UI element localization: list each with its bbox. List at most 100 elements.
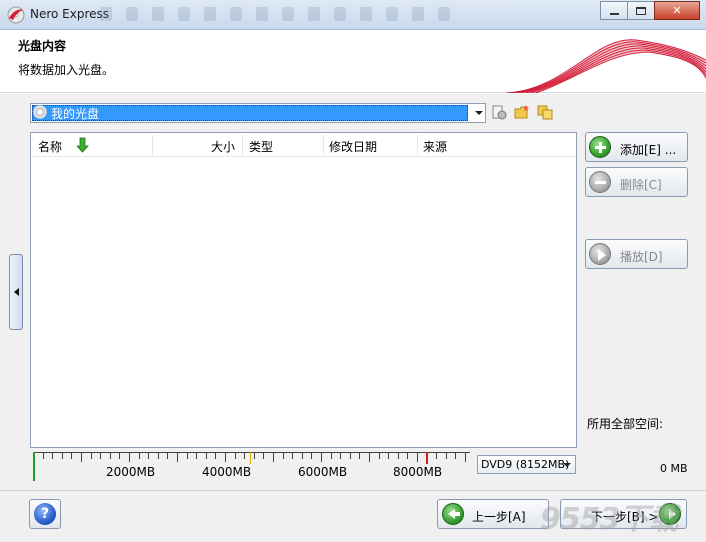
capacity-tick — [52, 453, 54, 459]
window-title: Nero Express — [30, 7, 110, 21]
capacity-tick — [119, 453, 121, 459]
disc-icon — [33, 105, 47, 119]
capacity-tick — [244, 453, 246, 459]
capacity-tick — [129, 453, 130, 462]
list-header: 名称 大小 类型 修改日期 来源 — [31, 133, 576, 157]
capacity-tick — [263, 453, 265, 459]
capacity-tick — [42, 453, 44, 459]
nero-app-icon — [7, 6, 25, 24]
file-list[interactable]: 名称 大小 类型 修改日期 来源 — [30, 132, 577, 448]
capacity-tick — [349, 453, 351, 459]
capacity-tick — [61, 453, 63, 459]
add-button[interactable]: 添加[E] ... — [585, 132, 688, 162]
capacity-tick — [388, 453, 390, 459]
column-source[interactable]: 来源 — [423, 138, 447, 155]
disc-type-select[interactable]: DVD9 (8152MB) — [477, 455, 576, 474]
capacity-tick — [81, 453, 82, 462]
column-modified-date[interactable]: 修改日期 — [329, 138, 377, 155]
capacity-tick — [90, 453, 92, 459]
capacity-tick — [465, 453, 466, 462]
minimize-icon — [609, 12, 619, 15]
play-icon — [589, 243, 611, 265]
capacity-tick — [301, 453, 303, 459]
capacity-tick — [378, 453, 380, 459]
column-separator — [152, 135, 153, 155]
disc-name-combobox[interactable]: 我的光盘 — [30, 103, 486, 123]
capacity-tick — [311, 453, 313, 459]
capacity-label-6000: 6000MB — [298, 465, 348, 479]
disc-type-value: DVD9 (8152MB) — [481, 458, 570, 471]
capacity-tick — [397, 453, 399, 459]
watermark: 9553下载 — [540, 502, 678, 537]
delete-button-label: 删除[C] — [620, 178, 662, 192]
capacity-bar: 2000MB 4000MB 6000MB 8000MB — [30, 452, 470, 482]
page-title: 光盘内容 — [18, 39, 67, 53]
capacity-tick — [407, 453, 409, 459]
capacity-tick — [167, 453, 169, 459]
delete-minus-icon — [589, 171, 611, 193]
capacity-tick — [330, 453, 332, 459]
capacity-tick — [138, 453, 140, 459]
help-button[interactable]: ? — [29, 499, 61, 529]
capacity-tick — [282, 453, 284, 459]
capacity-warning-marker — [250, 452, 251, 464]
column-separator — [417, 135, 418, 155]
capacity-tick — [234, 453, 236, 459]
sort-down-arrow-icon — [77, 137, 89, 153]
disc-properties-icon[interactable] — [491, 104, 507, 120]
capacity-tick — [215, 453, 217, 459]
close-icon: ✕ — [672, 4, 682, 17]
capacity-tick — [109, 453, 111, 459]
footer-divider — [0, 490, 706, 491]
minimize-button[interactable] — [600, 1, 628, 20]
capacity-limit-marker — [426, 452, 428, 464]
capacity-tick — [177, 453, 178, 462]
title-bar: Nero Express ✕ — [0, 0, 706, 30]
chevron-left-icon — [13, 288, 19, 296]
add-plus-icon — [589, 136, 611, 158]
capacity-tick — [340, 453, 342, 459]
capacity-used-marker — [33, 452, 35, 481]
page-header: 光盘内容 将数据加入光盘。 — [0, 30, 706, 93]
collapse-sidebar-button[interactable] — [9, 254, 23, 330]
capacity-tick — [292, 453, 294, 459]
column-name[interactable]: 名称 — [38, 138, 62, 155]
capacity-tick — [148, 453, 150, 459]
back-button[interactable]: 上一步[A] — [437, 499, 549, 529]
capacity-tick — [321, 453, 322, 462]
column-separator — [242, 135, 243, 155]
capacity-tick — [186, 453, 188, 459]
page-subtitle: 将数据加入光盘。 — [18, 63, 115, 77]
background-toolbar — [100, 7, 450, 21]
capacity-label-2000: 2000MB — [106, 465, 156, 479]
total-space-value: 0 MB — [660, 462, 688, 475]
close-button[interactable]: ✕ — [654, 1, 700, 20]
capacity-tick — [205, 453, 207, 459]
capacity-tick — [417, 453, 418, 462]
capacity-tick — [273, 453, 274, 462]
capacity-tick — [369, 453, 370, 462]
capacity-tick — [445, 453, 447, 459]
play-button[interactable]: 播放[D] — [585, 239, 688, 269]
new-folder-icon[interactable] — [514, 104, 530, 120]
play-button-label: 播放[D] — [620, 250, 663, 264]
back-button-label: 上一步[A] — [472, 510, 526, 524]
delete-button[interactable]: 删除[C] — [585, 167, 688, 197]
capacity-tick — [455, 453, 457, 459]
capacity-tick — [157, 453, 159, 459]
copy-icon[interactable] — [537, 104, 553, 120]
disc-name: 我的光盘 — [51, 107, 100, 121]
column-size[interactable]: 大小 — [211, 138, 235, 155]
capacity-tick — [100, 453, 102, 459]
chevron-down-icon — [563, 463, 571, 467]
capacity-tick — [359, 453, 361, 459]
main-area: 我的光盘 名称 大小 类型 修改日期 来源 2000MB 4000MB 6000… — [0, 94, 706, 542]
add-button-label: 添加[E] ... — [620, 143, 677, 157]
maximize-icon — [636, 6, 646, 15]
capacity-tick — [225, 453, 226, 462]
column-type[interactable]: 类型 — [249, 138, 273, 155]
help-icon: ? — [34, 503, 56, 525]
capacity-tick — [71, 453, 73, 459]
nero-swoosh-logo — [506, 39, 706, 93]
maximize-button[interactable] — [627, 1, 655, 20]
